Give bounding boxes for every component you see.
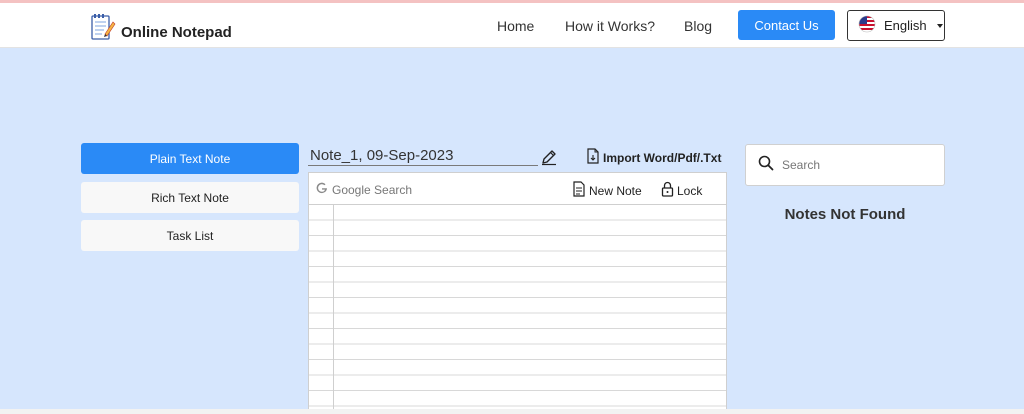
lock-label: Lock xyxy=(677,183,703,198)
notepad-icon xyxy=(90,12,116,47)
language-select[interactable]: English xyxy=(847,10,945,41)
new-note-icon xyxy=(572,181,586,200)
import-file-button[interactable]: Import Word/Pdf/.Txt xyxy=(586,148,721,167)
plain-text-note-button[interactable]: Plain Text Note xyxy=(81,143,299,174)
nav-blog-link[interactable]: Blog xyxy=(684,18,712,34)
import-label: Import Word/Pdf/.Txt xyxy=(603,150,722,165)
editor-toolbar: Google Search New Note Lock xyxy=(308,172,727,205)
notes-search-box[interactable] xyxy=(745,144,945,186)
brand-logo[interactable]: Online Notepad xyxy=(90,12,232,47)
nav-home-link[interactable]: Home xyxy=(497,18,534,34)
notes-empty-message: Notes Not Found xyxy=(784,206,906,223)
caret-down-icon xyxy=(936,23,943,28)
search-icon xyxy=(758,155,774,176)
edit-pencil-icon[interactable] xyxy=(540,148,558,171)
lock-icon xyxy=(661,181,674,200)
note-text-area[interactable] xyxy=(308,205,727,410)
new-note-label: New Note xyxy=(589,183,642,198)
task-list-button[interactable]: Task List xyxy=(81,220,299,251)
google-search-button[interactable]: Google Search xyxy=(316,182,412,197)
lock-button[interactable]: Lock xyxy=(661,181,702,200)
us-flag-icon xyxy=(858,15,876,36)
rich-text-note-button[interactable]: Rich Text Note xyxy=(81,182,299,213)
notes-search-input[interactable] xyxy=(782,158,932,172)
new-note-button[interactable]: New Note xyxy=(572,181,642,200)
contact-us-button[interactable]: Contact Us xyxy=(738,10,835,40)
footer-strip xyxy=(0,409,1024,414)
google-search-label: Google Search xyxy=(332,182,413,197)
language-label: English xyxy=(884,18,927,33)
brand-name: Online Notepad xyxy=(121,24,232,41)
file-import-icon xyxy=(586,148,600,167)
google-g-icon xyxy=(316,182,328,197)
note-title-input[interactable] xyxy=(308,146,538,166)
navbar: Online Notepad Home How it Works? Blog C… xyxy=(0,3,1024,48)
nav-how-it-works-link[interactable]: How it Works? xyxy=(565,18,655,34)
